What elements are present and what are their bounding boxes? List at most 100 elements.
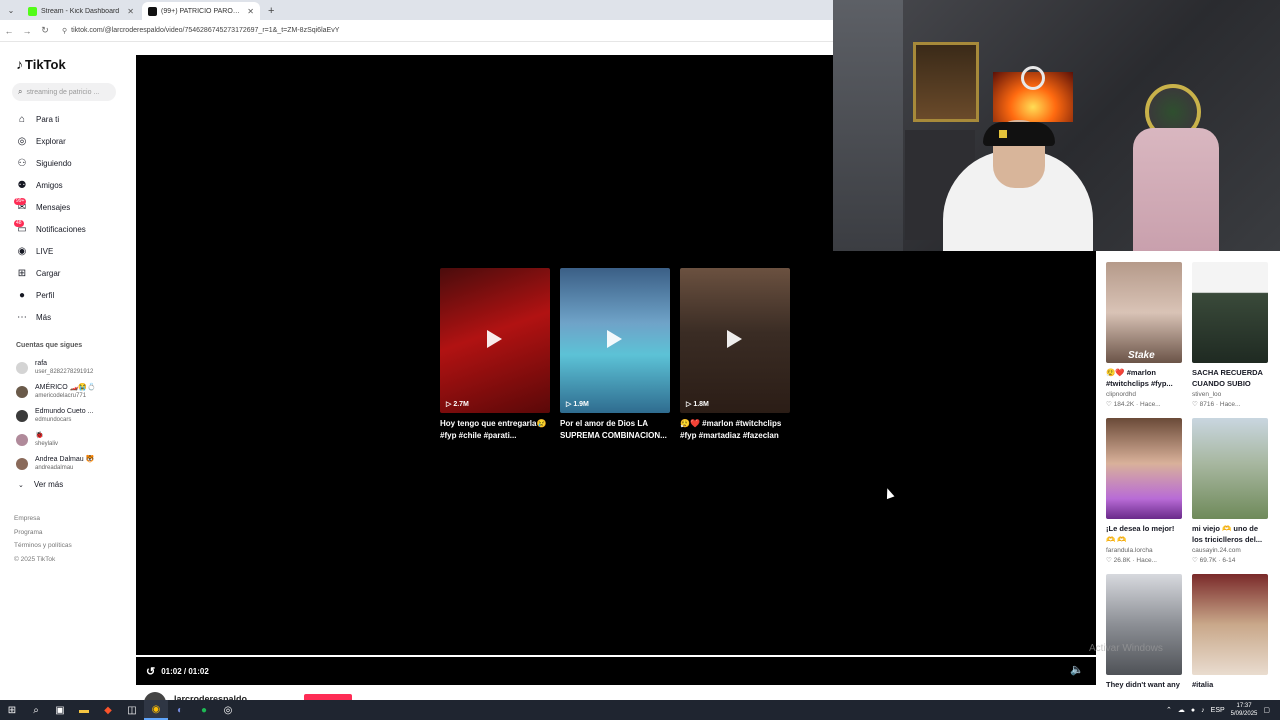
video-caption: ¡Le desea lo mejor! 🫶 🫶 #farandulalorcha… <box>1106 524 1175 544</box>
brave-browser-icon[interactable]: ◆ <box>96 700 120 720</box>
video-caption: They didn't want any <box>1106 680 1180 689</box>
windows-activation-watermark: Activar Windows <box>1089 643 1163 654</box>
browser-tab-tiktok[interactable]: (99+) PATRICIO PARODI AL FÚT ✕ <box>142 2 260 20</box>
clock-time: 17:37 <box>1236 703 1252 709</box>
search-icon: ⌕ <box>18 87 23 96</box>
tray-chevron-up-icon[interactable]: ⌃ <box>1166 706 1172 714</box>
player-controls: ↺ 01:02 / 01:02 <box>146 665 209 678</box>
video-thumbnail[interactable]: ▷ 1.9M <box>560 268 670 413</box>
search-icon[interactable]: ⌕ <box>24 700 48 720</box>
close-tab-icon[interactable]: ✕ <box>127 7 134 16</box>
video-caption[interactable]: Hoy tengo que entregarla😢 #fyp #chile #p… <box>440 418 550 442</box>
nav-item-perfil[interactable]: ● Perfil <box>16 284 134 306</box>
video-author: farandula.lorcha <box>1106 547 1153 554</box>
ver-mas-button[interactable]: ⌄ Ver más <box>16 480 63 489</box>
video-caption[interactable]: Por el amor de Dios LA SUPREMA COMBINACI… <box>560 418 670 442</box>
footer-link-empresa[interactable]: Empresa <box>14 512 72 526</box>
suggested-video-card[interactable]: mi viejo 🫶 uno de los triciclleros del..… <box>1192 418 1268 564</box>
nav-item-mensajes[interactable]: ✉ 99+ Mensajes <box>14 196 134 218</box>
account-handle: americodelacru771 <box>35 393 87 399</box>
replay-icon[interactable]: ↺ <box>146 665 155 678</box>
avatar <box>16 386 28 398</box>
video-thumbnail[interactable] <box>1106 418 1182 519</box>
video-thumbnail[interactable]: ▷ 2.7M <box>440 268 550 413</box>
tiktok-logo[interactable]: ♪ TikTok <box>16 56 66 72</box>
language-indicator[interactable]: ESP <box>1211 707 1225 714</box>
chrome-icon[interactable]: ◉ <box>144 700 168 720</box>
nav-item-para-ti[interactable]: ⌂ Para ti <box>16 108 134 130</box>
tab-search-chevron-icon[interactable]: ⌄ <box>0 0 22 20</box>
search-input[interactable]: ⌕ streaming de patricio ... <box>12 83 116 101</box>
nav-item-live[interactable]: ◉ LIVE <box>16 240 134 262</box>
recommended-video-card[interactable]: ▷ 1.9M Por el amor de Dios LA SUPREMA CO… <box>560 268 670 442</box>
video-thumbnail[interactable]: Stake <box>1106 262 1182 363</box>
task-view-icon[interactable]: ▣ <box>48 700 72 720</box>
user-follow-icon: ⚇ <box>17 157 27 169</box>
suggested-video-card[interactable]: Stake 😮‍💨❤️ #marlon #twitchclips #fyp...… <box>1106 262 1182 408</box>
notifications-badge: 48 <box>14 220 24 227</box>
suggested-video-card[interactable]: #italia <box>1192 574 1268 700</box>
avatar <box>16 362 28 374</box>
nav-item-notificaciones[interactable]: ▭ 48 Notificaciones <box>14 218 134 240</box>
volume-icon[interactable]: ♪ <box>1201 707 1205 714</box>
file-explorer-icon[interactable]: ▬ <box>72 700 96 720</box>
reload-icon[interactable]: ↻ <box>36 25 54 36</box>
address-bar: ← → ↻ ⚲ tiktok.com/@larcroderespaldo/vid… <box>0 20 833 42</box>
notifications-icon[interactable]: ▢ <box>1263 706 1270 714</box>
time-display: 01:02 / 01:02 <box>161 667 209 676</box>
video-thumbnail[interactable]: ▷ 1.8M <box>680 268 790 413</box>
following-item[interactable]: Andrea Dalmau 🐯 andreadalmau <box>16 452 134 476</box>
network-icon[interactable]: ☁ <box>1178 706 1185 714</box>
video-author: stiven_loo <box>1192 391 1222 398</box>
close-tab-icon[interactable]: ✕ <box>247 7 254 16</box>
nav-item-mas[interactable]: ⋯ Más <box>16 306 134 328</box>
recommended-video-card[interactable]: ▷ 1.8M 😮‍💨❤️ #marlon #twitchclips #fyp #… <box>680 268 790 442</box>
footer-link-programa[interactable]: Programa <box>14 526 72 540</box>
view-count: ▷ 2.7M <box>446 401 469 408</box>
cam-gaming-chair <box>1133 128 1219 251</box>
clock[interactable]: 17:37 5/09/2025 <box>1231 702 1258 718</box>
video-thumbnail[interactable] <box>1192 262 1268 363</box>
following-item[interactable]: rafa user_8282278291912 <box>16 356 134 380</box>
spotify-icon[interactable]: ● <box>192 700 216 720</box>
browser-tab-kick[interactable]: Stream - Kick Dashboard ✕ <box>22 2 140 20</box>
upload-icon: ⊞ <box>17 267 27 279</box>
following-item[interactable]: Edmundo Cueto ... edmundocars <box>16 404 134 428</box>
windows-start-icon[interactable]: ⊞ <box>0 700 24 720</box>
obs-icon[interactable]: ◎ <box>216 700 240 720</box>
mic-icon[interactable]: ● <box>1191 707 1195 714</box>
recommended-video-card[interactable]: ▷ 2.7M Hoy tengo que entregarla😢 #fyp #c… <box>440 268 550 442</box>
video-thumbnail[interactable] <box>1192 574 1268 675</box>
footer-link-terminos[interactable]: Términos y políticas <box>14 539 72 553</box>
url-field[interactable]: ⚲ tiktok.com/@larcroderespaldo/video/754… <box>62 27 339 35</box>
suggested-video-card[interactable]: SACHA RECUERDA CUANDO SUBIO AL... stiven… <box>1192 262 1268 408</box>
video-thumbnail[interactable] <box>1192 418 1268 519</box>
tiktok-favicon-icon <box>148 6 157 16</box>
store-icon[interactable]: ◫ <box>120 700 144 720</box>
discord-icon[interactable]: ◐ <box>168 700 192 720</box>
following-item[interactable]: AMÉRICO 🏎️😭💍 americodelacru771 <box>16 380 134 404</box>
video-thumbnail[interactable] <box>1106 574 1182 675</box>
progress-bar[interactable] <box>136 655 1096 657</box>
video-caption[interactable]: 😮‍💨❤️ #marlon #twitchclips #fyp #martadi… <box>680 418 790 442</box>
video-meta: ♡ 8716 · Hace... <box>1192 401 1241 408</box>
video-meta: ♡ 69.7K · 6-14 <box>1192 557 1236 564</box>
new-tab-button[interactable]: + <box>262 2 280 20</box>
site-info-icon[interactable]: ⚲ <box>62 27 67 35</box>
nav-item-amigos[interactable]: ⚉ Amigos <box>16 174 134 196</box>
volume-icon[interactable]: 🔈 <box>1070 663 1084 676</box>
back-arrow-icon[interactable]: ← <box>0 26 18 36</box>
more-icon: ⋯ <box>17 311 27 323</box>
account-name: rafa <box>35 360 48 367</box>
chevron-down-icon: ⌄ <box>18 481 24 489</box>
footer-copyright: © 2025 TikTok <box>14 555 56 563</box>
suggested-video-card[interactable]: ¡Le desea lo mejor! 🫶 🫶 #farandulalorcha… <box>1106 418 1182 564</box>
nav-label: Mensajes <box>36 202 71 212</box>
nav-item-explorar[interactable]: ◎ Explorar <box>16 130 134 152</box>
nav-item-cargar[interactable]: ⊞ Cargar <box>16 262 134 284</box>
forward-arrow-icon[interactable]: → <box>18 26 36 36</box>
suggested-video-card[interactable]: They didn't want any <box>1106 574 1182 700</box>
following-item[interactable]: 🐞 sheylaliv <box>16 428 134 452</box>
nav-item-siguiendo[interactable]: ⚇ Siguiendo <box>16 152 134 174</box>
video-caption: 😮‍💨❤️ #marlon #twitchclips #fyp... <box>1106 368 1173 388</box>
